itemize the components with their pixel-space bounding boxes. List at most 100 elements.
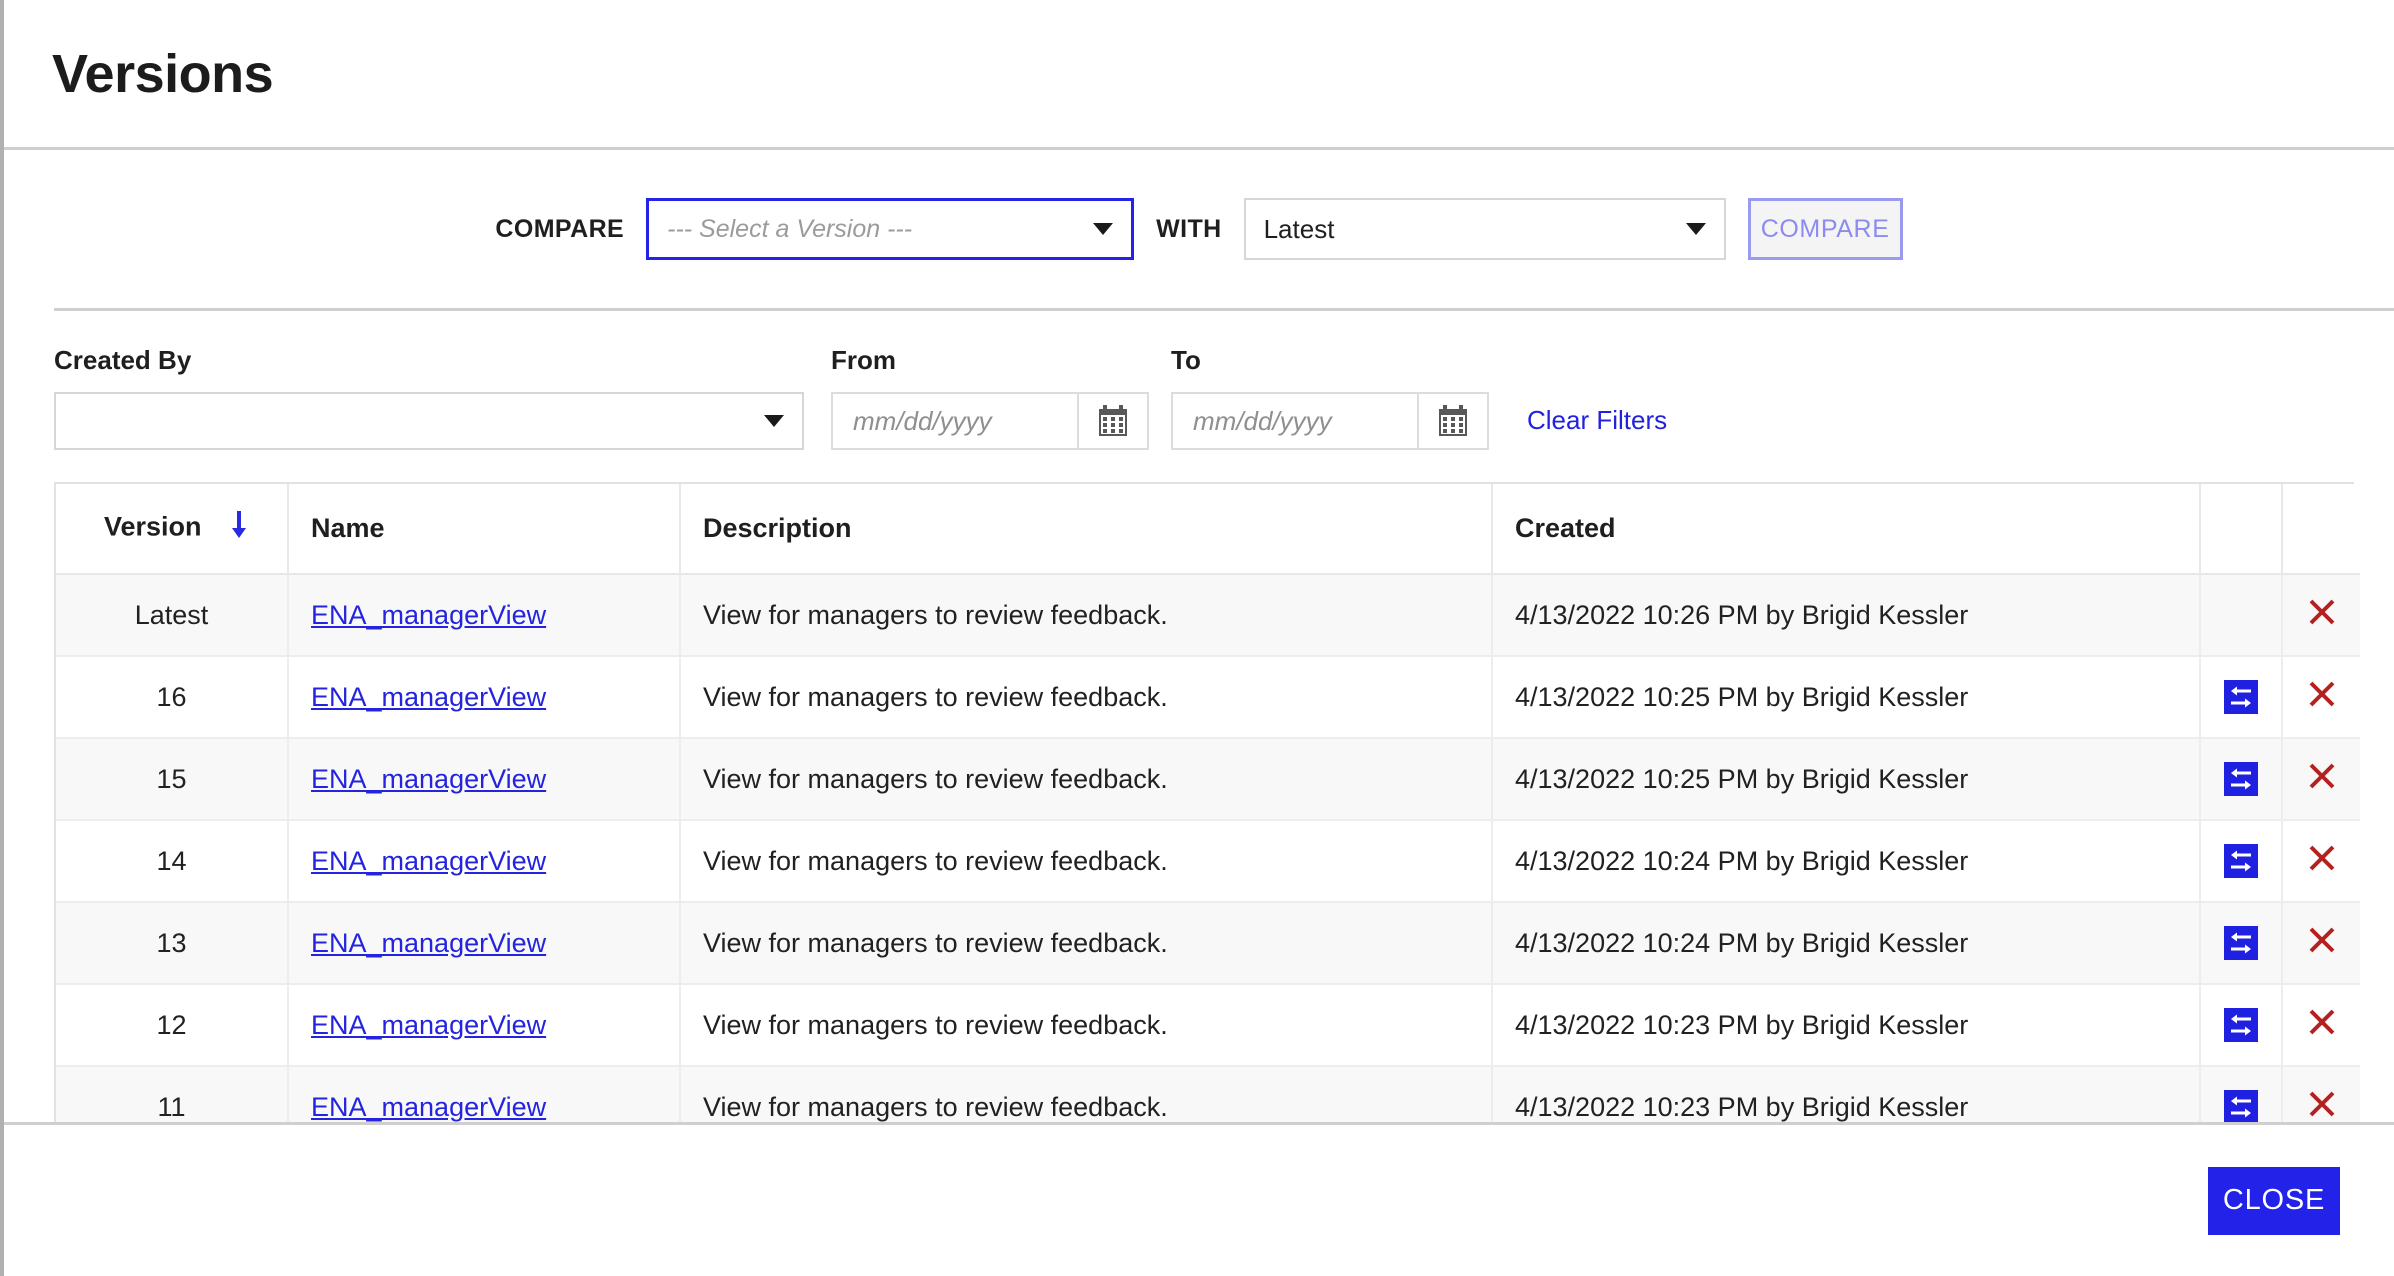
cell-delete[interactable] [2282,984,2360,1067]
cell-delete[interactable] [2282,574,2360,657]
close-x-icon [2307,761,2337,797]
page-title: Versions [52,43,274,104]
version-name-link[interactable]: ENA_managerView [311,1092,546,1122]
cell-version: 14 [56,820,289,903]
cell-created: 4/13/2022 10:23 PM by Brigid Kessler [1492,984,2201,1067]
cell-created: 4/13/2022 10:24 PM by Brigid Kessler [1492,820,2201,903]
restore-swap-icon [2224,680,2258,714]
cell-name: ENA_managerView [288,574,681,657]
to-date-wrapper: mm/dd/yyyy [1171,392,1489,450]
to-date-filter: To mm/dd/yyyy [1171,345,1489,450]
version-name-link[interactable]: ENA_managerView [311,846,546,876]
cell-created: 4/13/2022 10:25 PM by Brigid Kessler [1492,656,2201,739]
cell-created: 4/13/2022 10:24 PM by Brigid Kessler [1492,902,2201,985]
cell-delete[interactable] [2282,902,2360,985]
cell-name: ENA_managerView [288,738,681,821]
versions-table: Version Name Description Created Latest … [56,484,2360,1149]
column-header-description[interactable]: Description [680,484,1493,575]
chevron-down-icon [1685,223,1706,235]
from-calendar-button[interactable] [1077,394,1147,448]
cell-description: View for managers to review feedback. [680,820,1493,903]
cell-restore[interactable] [2200,984,2283,1067]
restore-swap-icon [2224,926,2258,960]
close-x-icon [2307,1007,2337,1043]
restore-swap-icon [2224,762,2258,796]
from-date-filter: From mm/dd/yyyy [831,345,1149,450]
cell-restore[interactable] [2200,902,2283,985]
version-name-link[interactable]: ENA_managerView [311,600,546,630]
cell-description: View for managers to review feedback. [680,984,1493,1067]
table-row: 15 ENA_managerView View for managers to re… [56,738,2360,821]
column-header-version-label: Version [104,511,202,542]
table-header: Version Name Description Created [56,484,2360,575]
restore-swap-icon [2224,1008,2258,1042]
arrow-down-icon [231,511,247,546]
filter-bar: Created By From mm/dd/yyyy To mm/dd/yyyy… [4,311,2394,450]
version-select[interactable]: --- Select a Version --- [646,198,1135,260]
with-label: WITH [1156,214,1222,243]
compare-toolbar: COMPARE --- Select a Version --- WITH La… [4,150,2394,308]
to-date-input[interactable]: mm/dd/yyyy [1173,394,1417,448]
to-label: To [1171,345,1201,375]
version-name-link[interactable]: ENA_managerView [311,1010,546,1040]
created-by-select[interactable] [54,392,804,450]
cell-version: 12 [56,984,289,1067]
cell-restore [2200,574,2283,657]
table-row: 12 ENA_managerView View for managers to re… [56,984,2360,1067]
cell-delete[interactable] [2282,656,2360,739]
table-row: 14 ENA_managerView View for managers to re… [56,820,2360,903]
table-row: Latest ENA_managerView View for managers t… [56,574,2360,657]
table-body: Latest ENA_managerView View for managers t… [56,574,2360,1149]
version-name-link[interactable]: ENA_managerView [311,928,546,958]
cell-created: 4/13/2022 10:26 PM by Brigid Kessler [1492,574,2201,657]
cell-restore[interactable] [2200,656,2283,739]
column-header-version[interactable]: Version [56,484,289,575]
cell-name: ENA_managerView [288,820,681,903]
close-x-icon [2307,925,2337,961]
cell-restore[interactable] [2200,820,2283,903]
cell-name: ENA_managerView [288,902,681,985]
created-by-label: Created By [54,345,192,375]
versions-table-container: Version Name Description Created Latest … [54,482,2360,1149]
cell-description: View for managers to review feedback. [680,574,1493,657]
chevron-down-icon [1093,223,1114,235]
column-header-created[interactable]: Created [1492,484,2201,575]
with-version-select-value: Latest [1263,213,1335,244]
dialog-header: Versions [4,0,2394,150]
table-row: 16 ENA_managerView View for managers to re… [56,656,2360,739]
calendar-icon [1099,405,1127,436]
to-calendar-button[interactable] [1417,394,1487,448]
compare-button[interactable]: COMPARE [1747,198,1903,260]
restore-swap-icon [2224,1090,2258,1124]
table-header-row: Version Name Description Created [56,484,2360,575]
cell-description: View for managers to review feedback. [680,656,1493,739]
cell-version: 16 [56,656,289,739]
calendar-icon [1439,405,1467,436]
version-select-placeholder: --- Select a Version --- [667,214,913,243]
close-x-icon [2307,843,2337,879]
cell-created: 4/13/2022 10:25 PM by Brigid Kessler [1492,738,2201,821]
cell-description: View for managers to review feedback. [680,738,1493,821]
column-header-restore [2200,484,2283,575]
close-x-icon [2307,679,2337,715]
from-date-wrapper: mm/dd/yyyy [831,392,1149,450]
cell-delete[interactable] [2282,738,2360,821]
version-name-link[interactable]: ENA_managerView [311,682,546,712]
close-button[interactable]: CLOSE [2208,1166,2340,1235]
version-name-link[interactable]: ENA_managerView [311,764,546,794]
cell-version: 15 [56,738,289,821]
column-header-name[interactable]: Name [288,484,681,575]
restore-swap-icon [2224,844,2258,878]
compare-label: COMPARE [495,214,625,243]
close-x-icon [2307,597,2337,633]
close-x-icon [2307,1089,2337,1125]
dialog-footer: CLOSE [4,1122,2394,1276]
cell-name: ENA_managerView [288,984,681,1067]
cell-restore[interactable] [2200,738,2283,821]
with-version-select[interactable]: Latest [1243,198,1726,260]
from-date-input[interactable]: mm/dd/yyyy [833,394,1077,448]
cell-delete[interactable] [2282,820,2360,903]
clear-filters-link[interactable]: Clear Filters [1527,405,1667,450]
chevron-down-icon [764,415,784,427]
table-row: 13 ENA_managerView View for managers to re… [56,902,2360,985]
